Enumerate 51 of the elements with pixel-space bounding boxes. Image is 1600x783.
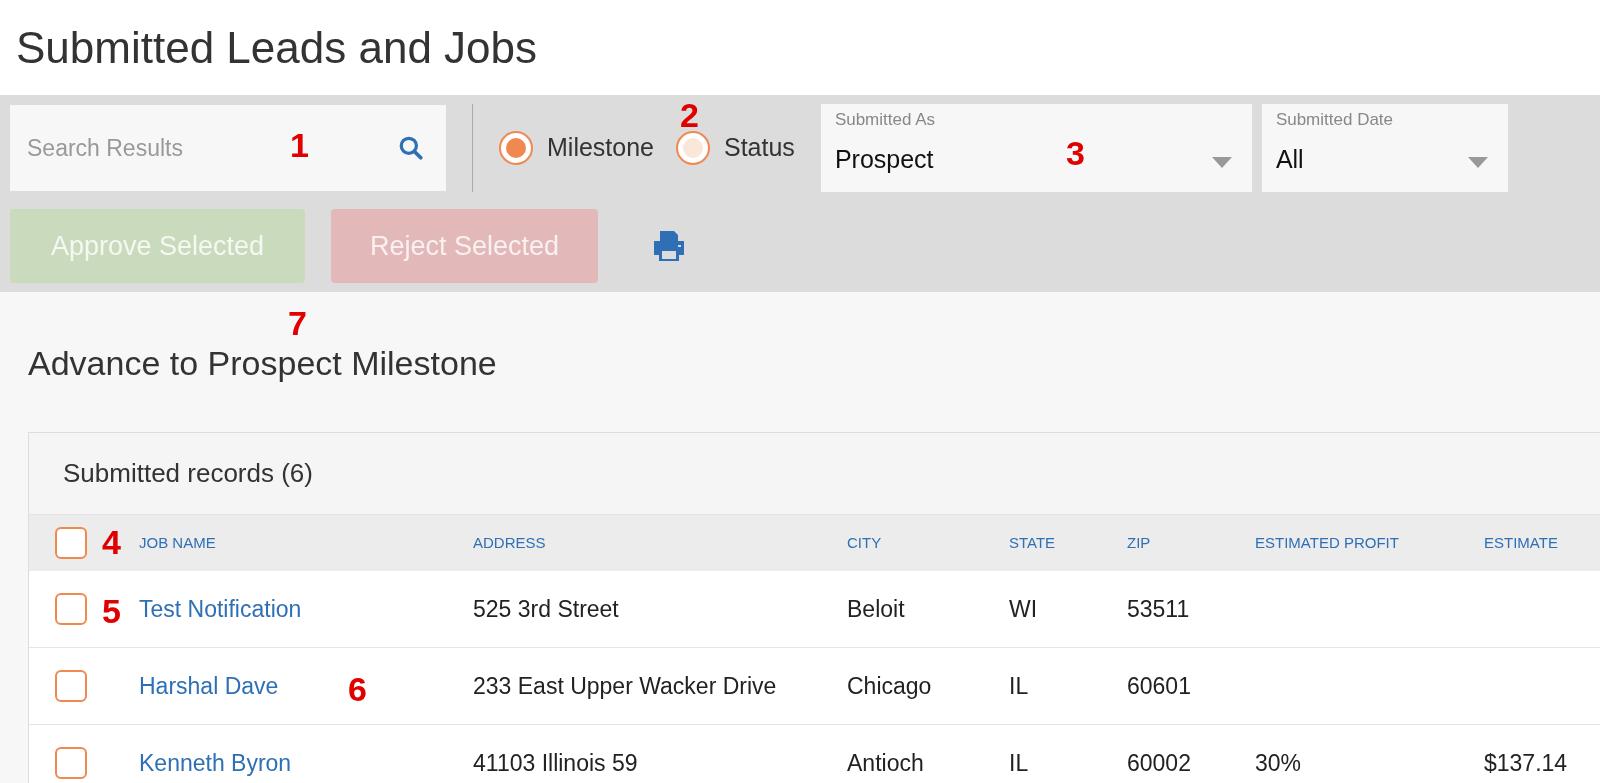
annotation-number: 5 xyxy=(102,594,121,628)
radio-button[interactable] xyxy=(499,131,533,165)
dropdown[interactable]: Submitted Date All xyxy=(1261,104,1508,192)
page-title: Submitted Leads and Jobs xyxy=(15,21,539,74)
printer-icon[interactable] xyxy=(652,229,686,263)
table-cell-text: 60002 xyxy=(1127,748,1191,778)
column-header[interactable]: ESTIMATED PROFIT xyxy=(1255,531,1399,555)
caret-icon xyxy=(1211,157,1232,168)
table-cell-text: 60601 xyxy=(1127,671,1191,701)
column-header[interactable]: STATE xyxy=(1009,531,1056,555)
checkbox[interactable] xyxy=(55,670,87,702)
table-cell-text: 30% xyxy=(1255,748,1302,778)
table-cell-text: 41103 Illinois 59 xyxy=(473,748,638,778)
search-icon[interactable] xyxy=(398,135,424,161)
checkbox[interactable] xyxy=(55,527,87,559)
table-cell-text: $137.14 xyxy=(1484,748,1568,778)
job-name-link[interactable]: Harshal Dave xyxy=(139,668,279,704)
column-header[interactable]: ADDRESS xyxy=(473,531,546,555)
card-title: Submitted records (6) xyxy=(63,457,313,490)
job-name-link[interactable]: Test Notification xyxy=(139,591,302,627)
section-title: Advance to Prospect Milestone xyxy=(28,342,498,384)
job-name-link[interactable]: Kenneth Byron xyxy=(139,745,292,781)
radio-button[interactable] xyxy=(676,131,710,165)
caret-icon xyxy=(1467,157,1488,168)
column-header[interactable]: ESTIMATE xyxy=(1484,531,1558,555)
checkbox[interactable] xyxy=(55,593,87,625)
radio-option[interactable]: Status xyxy=(676,129,795,167)
table-cell-text: 233 East Upper Wacker Drive xyxy=(473,671,777,701)
annotation-number: 6 xyxy=(348,672,367,706)
column-header[interactable]: ZIP xyxy=(1127,531,1151,555)
checkbox[interactable] xyxy=(55,747,87,779)
annotation-number: 2 xyxy=(680,98,699,132)
column-header[interactable]: JOB NAME xyxy=(139,531,216,555)
annotation-number: 3 xyxy=(1066,136,1085,170)
dropdown-value: All xyxy=(1275,143,1305,175)
dropdown-label: Submitted As xyxy=(834,109,936,131)
table-cell-text: IL xyxy=(1009,671,1029,701)
table-cell-text: Antioch xyxy=(847,748,924,778)
radio-option[interactable]: Milestone xyxy=(499,129,654,167)
table-cell-text: Beloit xyxy=(847,594,905,624)
column-header[interactable]: CITY xyxy=(847,531,882,555)
dropdown-value: Prospect xyxy=(834,143,935,175)
table-cell-text: IL xyxy=(1009,748,1029,778)
table-cell-text: 525 3rd Street xyxy=(473,594,619,624)
table-cell-text: WI xyxy=(1009,594,1038,624)
annotation-number: 7 xyxy=(288,306,307,340)
dropdown-label: Submitted Date xyxy=(1275,109,1394,131)
table-cell-text: Chicago xyxy=(847,671,932,701)
annotation-number: 1 xyxy=(290,128,309,162)
table-cell-text: 53511 xyxy=(1127,594,1190,624)
annotation-number: 4 xyxy=(102,525,121,559)
